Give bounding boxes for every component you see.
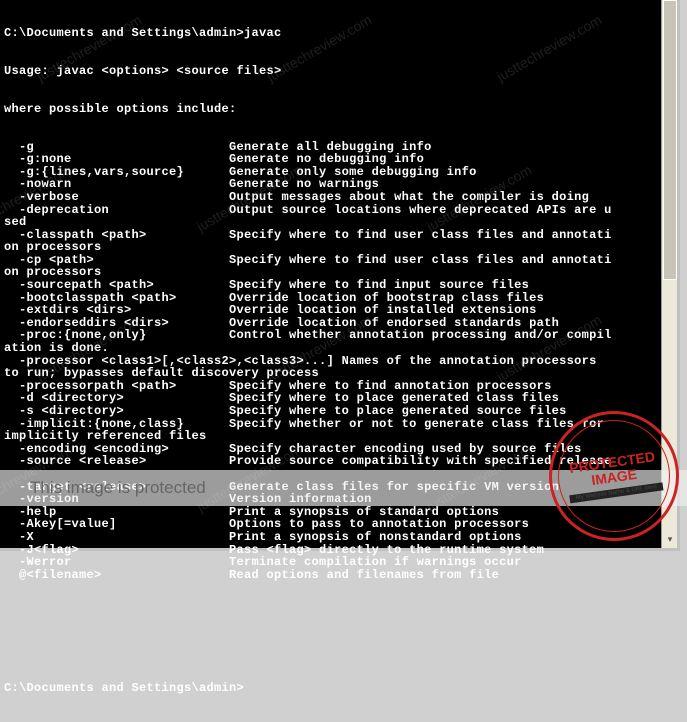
option-line: @<filename> Read options and filenames f… bbox=[4, 569, 673, 582]
option-continuation: sed bbox=[4, 216, 673, 229]
option-line: -g:none Generate no debugging info bbox=[4, 153, 673, 166]
option-line: -sourcepath <path> Specify where to find… bbox=[4, 279, 673, 292]
option-continuation: ation is done. bbox=[4, 342, 673, 355]
usage-line: Usage: javac <options> <source files> bbox=[4, 65, 673, 78]
protected-text: This image is protected bbox=[30, 478, 206, 498]
option-line: -s <directory> Specify where to place ge… bbox=[4, 405, 673, 418]
scrollbar-arrow-down-icon[interactable]: ▾ bbox=[663, 532, 677, 548]
option-line: -cp <path> Specify where to find user cl… bbox=[4, 254, 673, 267]
option-line: -deprecation Output source locations whe… bbox=[4, 204, 673, 217]
options-header: where possible options include: bbox=[4, 103, 673, 116]
blank bbox=[4, 607, 673, 620]
option-continuation: to run; bypasses default discovery proce… bbox=[4, 367, 673, 380]
option-line: -classpath <path> Specify where to find … bbox=[4, 229, 673, 242]
stamp-inner: PROTECTED IMAGE My Website Name & URL he… bbox=[551, 413, 677, 539]
option-line: -verbose Output messages about what the … bbox=[4, 191, 673, 204]
option-continuation: on processors bbox=[4, 241, 673, 254]
scrollbar-thumb[interactable] bbox=[663, 0, 677, 280]
prompt-line: C:\Documents and Settings\admin> bbox=[4, 682, 673, 695]
option-line: -J<flag> Pass <flag> directly to the run… bbox=[4, 544, 673, 557]
prompt-line: C:\Documents and Settings\admin>javac bbox=[4, 27, 673, 40]
option-line: -X Print a synopsis of nonstandard optio… bbox=[4, 531, 673, 544]
option-line: -Werror Terminate compilation if warning… bbox=[4, 556, 673, 569]
blank bbox=[4, 644, 673, 657]
option-line: -extdirs <dirs> Override location of ins… bbox=[4, 304, 673, 317]
terminal-output: C:\Documents and Settings\admin>javac Us… bbox=[0, 0, 677, 722]
